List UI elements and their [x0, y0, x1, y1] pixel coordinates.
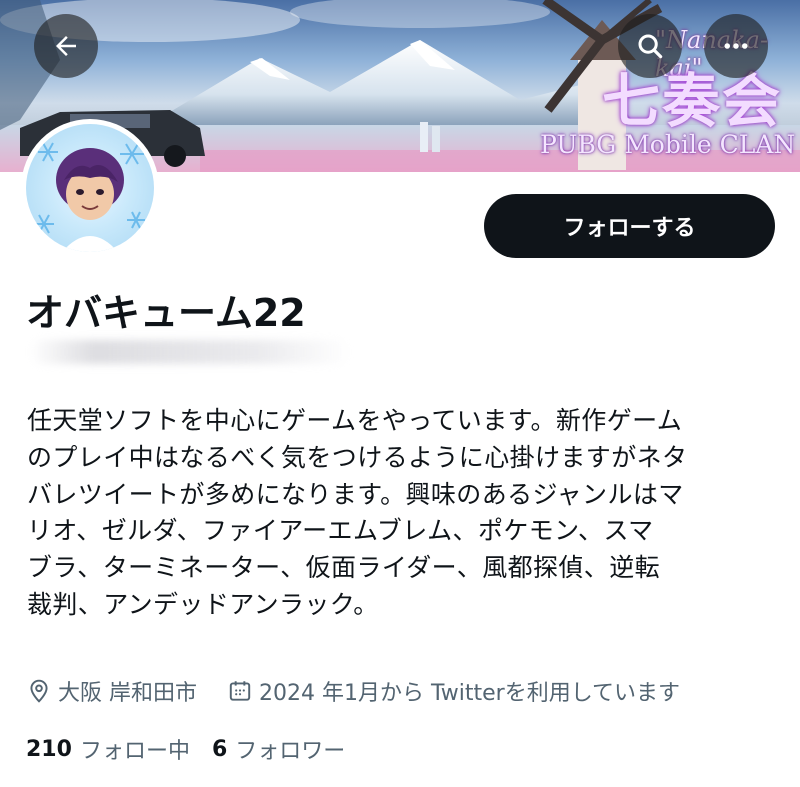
profile-avatar[interactable] — [21, 119, 159, 257]
arrow-left-icon — [56, 36, 76, 56]
following-link[interactable]: 210 フォロー中 — [26, 733, 190, 765]
bio-line: ブラ、ターミネーター、仮面ライダー、風都探偵、逆転 — [27, 553, 661, 583]
location-text: 大阪 岸和田市 — [58, 681, 197, 706]
location-pin-icon — [30, 679, 48, 703]
more-options-button[interactable] — [704, 14, 768, 78]
calendar-icon — [229, 681, 251, 701]
profile-stats: 210 フォロー中 6 フォロワー — [26, 732, 367, 766]
following-label: フォロー中 — [79, 739, 190, 764]
followers-link[interactable]: 6 フォロワー — [212, 733, 345, 765]
joined-text: 2024 年1月から Twitterを利用しています — [259, 681, 681, 706]
profile-location: 大阪 岸和田市 — [26, 675, 197, 707]
avatar-image — [34, 142, 145, 252]
profile-bio: 任天堂ソフトを中心にゲームをやっています。新作ゲーム のプレイ中はなるべく気をつ… — [27, 403, 782, 624]
followers-count: 6 — [211, 736, 228, 762]
bio-line: バレツイートが多めになります。興味のあるジャンルはマ — [27, 479, 684, 509]
profile-joined: 2024 年1月から Twitterを利用しています — [227, 675, 680, 707]
back-button[interactable] — [34, 14, 98, 78]
search-icon — [638, 34, 663, 59]
profile-display-name: オバキューム22 — [26, 291, 306, 335]
followers-label: フォロワー — [235, 739, 346, 764]
follow-button[interactable]: フォローする — [484, 194, 775, 258]
more-icon — [724, 43, 748, 49]
profile-meta: 大阪 岸和田市 2024 年1月から Twitterを利用しています — [26, 672, 680, 710]
bio-line: のプレイ中はなるべく気をつけるように心掛けますがネタ — [27, 442, 688, 472]
bio-line: 任天堂ソフトを中心にゲームをやっています。新作ゲーム — [27, 406, 683, 435]
following-count: 210 — [26, 736, 72, 762]
profile-handle-redacted — [30, 340, 350, 364]
search-button[interactable] — [618, 14, 682, 78]
banner-clan-subtitle: PUBG Mobile CLAN — [540, 130, 796, 159]
bio-line: 裁判、アンデッドアンラック。 — [27, 589, 379, 619]
bio-line: リオ、ゼルダ、ファイアーエムブレム、ポケモン、スマ — [27, 516, 654, 546]
